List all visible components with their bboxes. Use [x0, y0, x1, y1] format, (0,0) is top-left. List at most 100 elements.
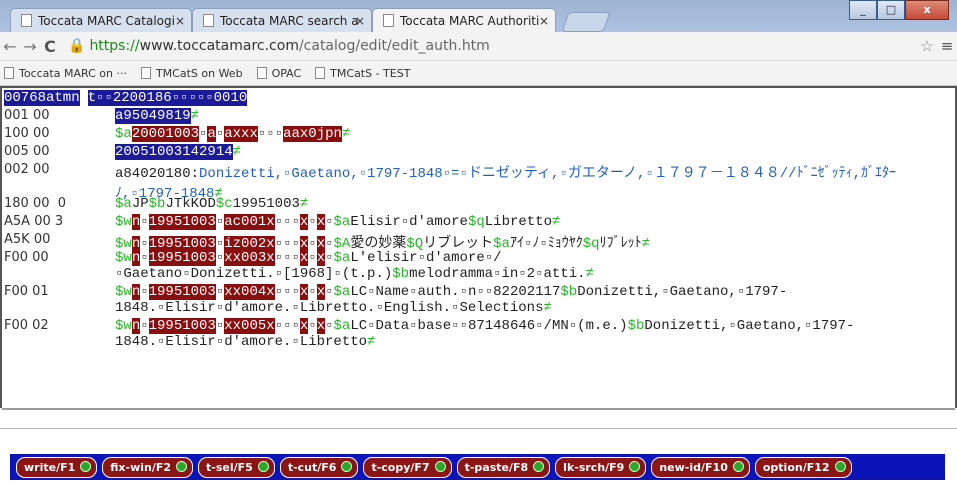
bookmarks-bar: Toccata MARC on ··· TMCatS on Web OPAC T…	[0, 61, 957, 86]
field-value[interactable]: $wn▫19951003▫xx004x▫▫▫x▫x▫$aLC▫Name▫auth…	[115, 284, 949, 316]
reload-icon[interactable]: C	[40, 37, 60, 56]
tab-catalog[interactable]: Toccata MARC Catalogi ×	[10, 8, 192, 32]
tab-close-icon[interactable]: ×	[175, 9, 185, 32]
field-segment: ▫	[140, 318, 149, 334]
field-segment: $b	[627, 318, 645, 334]
function-key-label: t-copy/F7	[371, 460, 430, 474]
field-tag: F00 02	[4, 318, 49, 333]
leader-row[interactable]: 00768atmn t▫▫2200186▫▫▫▫▫0010	[4, 90, 953, 106]
tab-label: Toccata MARC Catalogi	[38, 14, 175, 28]
function-key-button[interactable]: fix-win/F2	[102, 456, 194, 478]
field-segment: xx003x	[224, 250, 275, 266]
function-key-label: t-sel/F5	[206, 460, 253, 474]
tab-authority[interactable]: Toccata MARC Authoriti ×	[372, 8, 556, 32]
function-key-button[interactable]: write/F1	[16, 456, 98, 478]
window-controls: _ □ x	[849, 0, 949, 20]
browser-titlebar: Toccata MARC Catalogi × Toccata MARC sear…	[0, 0, 957, 32]
field-value[interactable]: $wn▫19951003▫iz002x▫▫▫x▫x▫$A愛の妙薬$Qリブレット$…	[115, 232, 949, 252]
field-tag: 001 00	[4, 108, 50, 123]
field-segment: ≠	[341, 126, 351, 142]
tab-close-icon[interactable]: ×	[355, 9, 365, 32]
function-key-button[interactable]: t-cut/F6	[279, 456, 359, 478]
leader-part-a: 00768atmn	[4, 90, 80, 106]
green-dot-icon	[176, 460, 188, 472]
field-segment: $c	[215, 196, 233, 212]
field-segment: ▫▫▫	[274, 250, 300, 266]
function-key-button[interactable]: lk-srch/F9	[555, 456, 647, 478]
green-dot-icon	[434, 460, 446, 472]
field-value[interactable]: $wn▫19951003▫xx003x▫▫▫x▫x▫$aL'elisir▫d'a…	[115, 250, 949, 282]
function-key-button[interactable]: t-paste/F8	[456, 456, 551, 478]
function-key-button[interactable]: new-id/F10	[651, 456, 750, 478]
bookmark-label: TMCatS on Web	[155, 66, 243, 80]
field-segment: ▫	[325, 284, 334, 300]
browser-toolbar: ← → C 🔒 https://www.toccatamarc.com/catal…	[0, 32, 957, 61]
function-key-button[interactable]: option/F12	[754, 456, 852, 478]
field-segment: ≠	[543, 300, 552, 316]
field-segment: LC▫Data▫base▫▫87148646▫/MN▫(m.e.)	[350, 318, 628, 334]
bookmark-item[interactable]: Toccata MARC on ···	[4, 66, 127, 80]
field-segment: 19951003	[148, 318, 216, 334]
field-segment: $w	[115, 214, 132, 230]
field-segment: ▫	[215, 284, 225, 300]
page-icon	[315, 66, 326, 79]
back-icon[interactable]: ←	[0, 37, 20, 56]
address-bar[interactable]: 🔒 https://www.toccatamarc.com/catalog/edi…	[68, 36, 917, 56]
function-key-bar: write/F1 fix-win/F2 t-sel/F5 t-cut/F6 t-copy…	[10, 454, 945, 480]
field-segment: ≠	[299, 196, 309, 212]
bookmark-item[interactable]: OPAC	[256, 66, 302, 80]
tab-search[interactable]: Toccata MARC search a ×	[192, 8, 372, 32]
green-dot-icon	[257, 460, 269, 472]
field-segment: ▫	[308, 284, 317, 300]
function-key-button[interactable]: t-sel/F5	[198, 456, 275, 478]
field-value[interactable]: 20051003142914≠	[115, 144, 949, 160]
field-segment: $a	[333, 250, 351, 266]
bookmark-label: OPAC	[271, 66, 302, 80]
bookmark-item[interactable]: TMCatS - TEST	[315, 66, 411, 80]
field-segment: $a	[115, 196, 132, 212]
bookmark-label: TMCatS - TEST	[330, 66, 411, 80]
field-segment: $w	[115, 318, 132, 334]
field-value[interactable]: $a20001003▫a▫axxx▫▫▫aax0jpn≠	[115, 126, 949, 142]
menu-icon[interactable]: ≡	[937, 37, 957, 55]
editor-divider	[2, 408, 955, 410]
tab-close-icon[interactable]: ×	[539, 9, 549, 32]
field-value[interactable]: a95049819≠	[115, 108, 949, 124]
green-dot-icon	[629, 460, 641, 472]
field-value[interactable]: $wn▫19951003▫ac001x▫▫▫x▫x▫$aElisir▫d'amo…	[115, 214, 949, 230]
url-host: www.toccatamarc.com	[139, 38, 299, 54]
bookmark-label: Toccata MARC on ···	[19, 66, 127, 80]
field-value[interactable]: $wn▫19951003▫xx005x▫▫▫x▫x▫$aLC▫Data▫base…	[115, 318, 949, 350]
field-segment: $w	[115, 250, 132, 266]
field-segment: ▫▫▫	[257, 126, 284, 142]
tab-label: Toccata MARC search a	[220, 14, 359, 28]
bookmark-star-icon[interactable]: ☆	[917, 37, 937, 55]
function-key-label: option/F12	[762, 460, 830, 474]
green-dot-icon	[732, 460, 744, 472]
page-icon	[256, 66, 267, 79]
close-button[interactable]: x	[905, 0, 949, 20]
field-tag: F00 00	[4, 250, 49, 265]
function-key-label: lk-srch/F9	[563, 460, 625, 474]
function-key-label: write/F1	[24, 460, 76, 474]
field-segment: Elisir▫d'amore	[350, 214, 468, 230]
page-icon	[203, 14, 214, 27]
field-segment: 19951003	[148, 214, 216, 230]
field-segment: ▫	[215, 250, 225, 266]
field-segment: ▫▫▫	[274, 284, 300, 300]
field-tag: F00 01	[4, 284, 49, 299]
record-editor[interactable]: 00768atmn t▫▫2200186▫▫▫▫▫0010 001 00 a9504…	[0, 86, 957, 410]
field-value[interactable]: $aJP$bJTkKOD$c19951003≠	[115, 196, 949, 212]
field-tag: A5A 00 3	[4, 214, 64, 229]
function-key-label: t-cut/F6	[287, 460, 337, 474]
forward-icon[interactable]: →	[20, 37, 40, 56]
minimize-button[interactable]: _	[849, 0, 877, 20]
maximize-button[interactable]: □	[877, 0, 905, 20]
field-tag: 005 00	[4, 144, 50, 159]
function-key-button[interactable]: t-copy/F7	[363, 456, 452, 478]
field-segment: $b	[392, 266, 410, 282]
field-segment: ▫	[325, 318, 334, 334]
new-tab-button[interactable]	[561, 12, 611, 32]
bookmark-item[interactable]: TMCatS on Web	[140, 66, 243, 80]
green-dot-icon	[341, 460, 353, 472]
